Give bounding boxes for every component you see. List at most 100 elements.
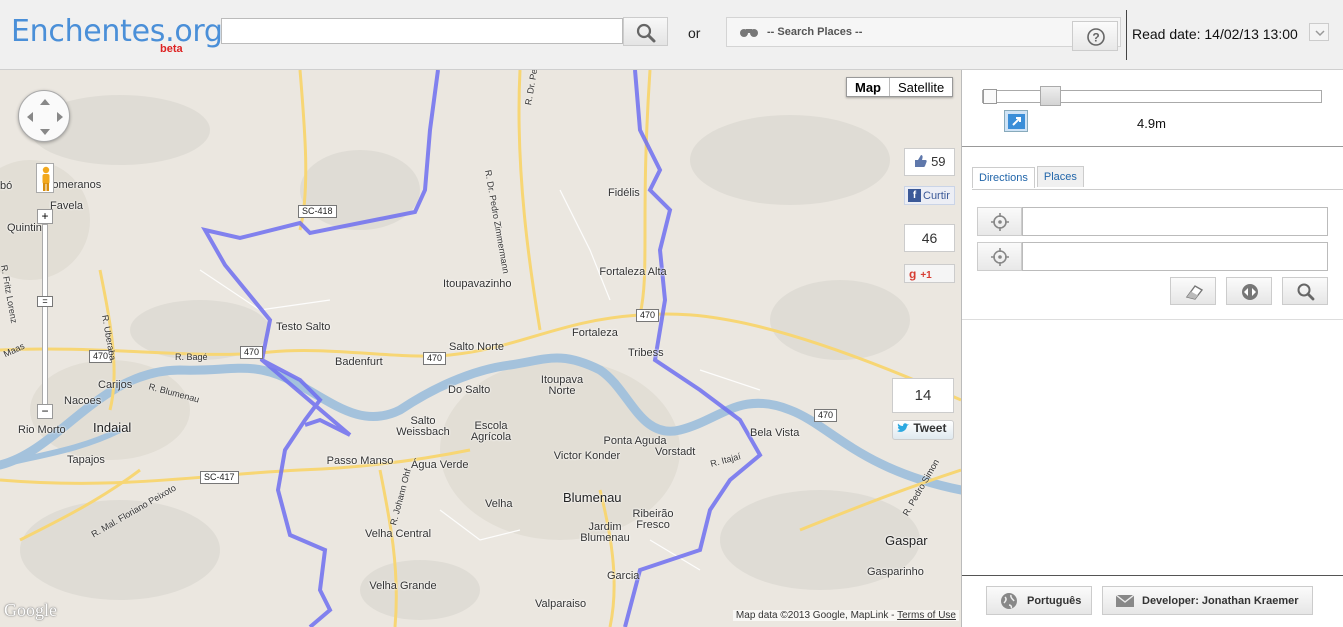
place-label: Badenfurt xyxy=(335,356,383,368)
time-slider-start-marker[interactable] xyxy=(983,89,997,104)
gplus-button[interactable]: g +1 xyxy=(904,264,955,283)
facebook-like-label: Curtir xyxy=(923,190,950,202)
time-slider-track[interactable] xyxy=(982,90,1322,103)
mail-icon xyxy=(1115,594,1135,607)
crosshair-icon xyxy=(991,248,1009,266)
tab-places[interactable]: Places xyxy=(1036,166,1084,187)
directions-to-input[interactable] xyxy=(1022,242,1328,271)
place-label: Garcia xyxy=(607,570,640,582)
chevron-down-icon xyxy=(1315,30,1325,37)
place-label: Fortaleza xyxy=(572,327,618,339)
map-canvas[interactable]: Fidélis Fortaleza Alta Itoupavazinho Testo … xyxy=(0,70,961,627)
facebook-icon: f xyxy=(908,189,921,202)
place-label: Velha Grande xyxy=(369,580,437,592)
google-logo: Google xyxy=(4,600,57,620)
terms-of-use-link[interactable]: Terms of Use xyxy=(897,610,956,621)
divider xyxy=(962,319,1343,320)
place-label: Gaspar xyxy=(885,533,928,548)
divider xyxy=(1126,10,1127,60)
place-label: Favela xyxy=(50,200,84,212)
zoom-slider-handle[interactable]: = xyxy=(37,296,53,307)
binoculars-icon xyxy=(740,29,758,37)
search-icon xyxy=(1297,283,1315,301)
place-label: Vorstadt xyxy=(655,446,696,458)
map-type-map-button[interactable]: Map xyxy=(847,78,890,96)
place-label: Velha Central xyxy=(364,528,432,540)
language-label: Português xyxy=(1027,595,1082,607)
place-label: Fidélis xyxy=(608,187,640,199)
tweet-label: Tweet xyxy=(913,421,947,435)
zoom-in-button[interactable]: + xyxy=(37,209,53,224)
logo[interactable]: Enchentes.org xyxy=(11,14,223,49)
tab-directions[interactable]: Directions xyxy=(972,167,1035,188)
zoom-slider-track[interactable] xyxy=(42,224,48,409)
place-label: Valparaiso xyxy=(535,598,587,610)
water-level-label: 4.9m xyxy=(1137,116,1166,131)
locate-to-button[interactable] xyxy=(977,242,1022,271)
clear-button[interactable] xyxy=(1170,277,1216,305)
gplus-count: 46 xyxy=(904,224,955,252)
place-label: Do Salto xyxy=(448,384,491,396)
road-shield: SC-418 xyxy=(298,205,337,218)
place-label: Nacoes xyxy=(64,395,102,407)
beta-badge: beta xyxy=(160,43,183,55)
twitter-bird-icon xyxy=(897,423,909,432)
facebook-like-count-value: 59 xyxy=(931,154,946,169)
or-label: or xyxy=(688,25,701,41)
language-button[interactable]: Português xyxy=(986,586,1092,615)
road-shield: 470 xyxy=(240,346,264,359)
map-attribution: Map data ©2013 Google, MapLink - Terms o… xyxy=(732,610,959,621)
time-slider-handle[interactable] xyxy=(1040,86,1061,106)
map-attribution-text: Map data ©2013 Google, MapLink - xyxy=(735,610,898,621)
directions-to-row xyxy=(977,242,1329,271)
globe-icon xyxy=(1001,593,1017,609)
places-placeholder: -- Search Places -- xyxy=(767,26,863,38)
route-search-button[interactable] xyxy=(1282,277,1328,305)
locate-from-button[interactable] xyxy=(977,207,1022,236)
place-label: Carijos xyxy=(98,379,133,391)
side-panel: 4.9m Directions Places Português Develop… xyxy=(961,70,1343,627)
zoom-out-button[interactable]: − xyxy=(37,404,53,419)
help-icon: ? xyxy=(1087,28,1105,46)
svg-text:?: ? xyxy=(1092,31,1099,45)
search-icon xyxy=(636,23,656,43)
expand-icon[interactable] xyxy=(1004,110,1028,132)
tweet-button[interactable]: Tweet xyxy=(892,420,954,440)
help-button[interactable]: ? xyxy=(1072,21,1118,51)
developer-button[interactable]: Developer: Jonathan Kraemer xyxy=(1102,586,1313,615)
place-label: Tribess xyxy=(628,347,664,359)
place-label: Victor Konder xyxy=(553,450,621,462)
pan-control[interactable] xyxy=(18,90,70,142)
date-dropdown-button[interactable] xyxy=(1309,23,1329,41)
gplus-label: +1 xyxy=(920,270,932,281)
thumbs-up-icon xyxy=(915,155,928,167)
map-type-satellite-button[interactable]: Satellite xyxy=(890,78,952,96)
divider xyxy=(962,146,1343,147)
place-label: Itoupavazinho xyxy=(443,278,512,290)
read-date-label: Read date: 14/02/13 13:00 xyxy=(1132,26,1298,42)
search-places-select[interactable]: -- Search Places -- xyxy=(726,17,1121,47)
place-label: Testo Salto xyxy=(276,321,331,333)
directions-from-row xyxy=(977,207,1329,236)
place-label: Salto Norte xyxy=(449,341,505,353)
facebook-like-button[interactable]: f Curtir xyxy=(904,186,955,205)
search-input[interactable] xyxy=(221,18,623,44)
place-label: Salto Weissbach xyxy=(396,415,450,438)
directions-from-input[interactable] xyxy=(1022,207,1328,236)
place-label: bó xyxy=(0,180,13,192)
panel-tabs: Directions Places xyxy=(972,166,1086,188)
swap-directions-button[interactable] xyxy=(1226,277,1272,305)
road-shield: 470 xyxy=(423,352,447,365)
pan-arrows-icon xyxy=(27,99,63,135)
place-label: Água Verde xyxy=(411,459,469,471)
place-label: Jardim Blumenau xyxy=(580,521,630,544)
road-shield: 470 xyxy=(636,309,660,322)
map-type-control: Map Satellite xyxy=(846,77,954,97)
place-label: Rio Morto xyxy=(18,424,66,436)
crosshair-icon xyxy=(991,213,1009,231)
street-view-pegman-icon[interactable] xyxy=(36,163,54,193)
place-label: Passo Manso xyxy=(326,455,394,467)
search-button[interactable] xyxy=(623,17,668,46)
place-label: Bela Vista xyxy=(750,427,800,439)
divider xyxy=(972,189,1343,190)
